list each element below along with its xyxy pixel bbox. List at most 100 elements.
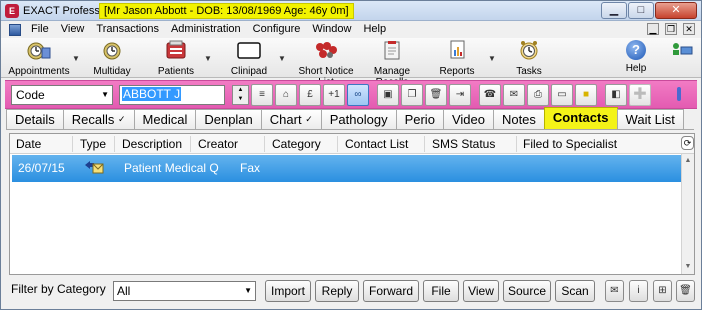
column-divider[interactable]: [516, 136, 517, 152]
patient-tabs: Details Recalls ✓ Medical Denplan Chart …: [6, 107, 684, 129]
menu-window[interactable]: Window: [306, 21, 357, 38]
scan-button[interactable]: Scan: [555, 280, 595, 302]
family-button[interactable]: ⌂: [275, 84, 297, 106]
merge-button[interactable]: ⇥: [449, 84, 471, 106]
tab-notes[interactable]: Notes: [492, 109, 545, 129]
menu-administration[interactable]: Administration: [165, 21, 247, 38]
scroll-up-icon[interactable]: ▲: [682, 154, 694, 168]
delete-contact-button[interactable]: 🗑: [676, 280, 695, 302]
multiday-button[interactable]: Multiday: [89, 40, 135, 77]
appointments-icon: [27, 42, 51, 60]
attach-button[interactable]: ⊞: [653, 280, 672, 302]
column-header-contact-list[interactable]: Contact List: [345, 137, 408, 151]
close-button[interactable]: ✕: [655, 2, 697, 19]
email-settings-button[interactable]: ✉: [605, 280, 624, 302]
view-button[interactable]: View: [463, 280, 499, 302]
menu-transactions[interactable]: Transactions: [90, 21, 165, 38]
tab-video[interactable]: Video: [442, 109, 494, 129]
minimize-button[interactable]: ▁: [601, 2, 627, 19]
reports-button[interactable]: Reports: [437, 40, 477, 77]
info-button[interactable]: i: [629, 280, 648, 302]
maximize-button[interactable]: □: [628, 2, 654, 19]
network-users-icon[interactable]: [671, 42, 693, 56]
tab-recalls[interactable]: Recalls ✓: [62, 109, 135, 129]
patient-banner: [Mr Jason Abbott - DOB: 13/08/1969 Age: …: [99, 3, 354, 19]
mdi-controls: ▁ ❐ ✕: [647, 23, 695, 35]
file-button[interactable]: File: [423, 280, 459, 302]
tab-wait-list[interactable]: Wait List: [616, 109, 684, 129]
search-field-selector[interactable]: Code ▼: [11, 85, 113, 105]
column-divider[interactable]: [264, 136, 265, 152]
phone-button[interactable]: ☎: [479, 84, 501, 106]
column-header-date[interactable]: Date: [16, 137, 41, 151]
tab-pathology[interactable]: Pathology: [320, 109, 397, 129]
tab-medical-label: Medical: [142, 112, 188, 127]
patients-button[interactable]: Patients: [153, 40, 199, 77]
add-one-button[interactable]: +1: [323, 84, 345, 106]
menu-view[interactable]: View: [55, 21, 91, 38]
appointments-dropdown-icon[interactable]: ▼: [72, 54, 80, 63]
column-header-category[interactable]: Category: [272, 137, 321, 151]
source-button[interactable]: Source: [503, 280, 551, 302]
multiday-icon: [103, 42, 121, 60]
table-row[interactable]: 26/07/15 Patient Medical Q Fax: [12, 155, 682, 182]
print-button[interactable]: ⎙: [527, 84, 549, 106]
copy-icon: ❐: [407, 89, 417, 100]
column-divider[interactable]: [337, 136, 338, 152]
reports-dropdown-icon[interactable]: ▼: [488, 54, 496, 63]
copy-button[interactable]: ❐: [401, 84, 423, 106]
column-header-type[interactable]: Type: [80, 137, 106, 151]
vertical-scrollbar[interactable]: ▲ ▼: [681, 154, 694, 274]
help-button[interactable]: ? Help: [621, 40, 651, 74]
mdi-minimize-icon[interactable]: ▁: [647, 23, 659, 35]
tasks-button[interactable]: Tasks: [511, 40, 547, 77]
bar-edge-indicator: [677, 87, 681, 101]
tab-details[interactable]: Details: [6, 109, 64, 129]
patient-search-input[interactable]: ABBOTT J: [119, 85, 225, 105]
column-header-filed-to-specialist[interactable]: Filed to Specialist: [523, 137, 617, 151]
column-chooser-icon[interactable]: ⟳: [681, 136, 694, 150]
tab-perio[interactable]: Perio: [395, 109, 444, 129]
scroll-down-icon[interactable]: ▼: [682, 260, 694, 274]
column-divider[interactable]: [424, 136, 425, 152]
forward-button[interactable]: Forward: [363, 280, 419, 302]
note-button[interactable]: ■: [575, 84, 597, 106]
menu-configure[interactable]: Configure: [247, 21, 307, 38]
list-button[interactable]: ≡: [251, 84, 273, 106]
system-menu-icon[interactable]: [9, 23, 21, 36]
column-header-description[interactable]: Description: [122, 137, 182, 151]
tab-medical[interactable]: Medical: [133, 109, 197, 129]
pound-icon: £: [307, 89, 313, 100]
search-spinner[interactable]: ▲ ▼: [232, 85, 249, 105]
tab-chart[interactable]: Chart ✓: [260, 109, 322, 129]
letter-button[interactable]: ✉: [503, 84, 525, 106]
window-icon: ◧: [611, 89, 621, 100]
mdi-close-icon[interactable]: ✕: [683, 23, 695, 35]
category-filter-dropdown[interactable]: All ▼: [113, 281, 256, 301]
appointments-button[interactable]: Appointments: [7, 40, 71, 77]
menu-help[interactable]: Help: [357, 21, 392, 38]
link-button[interactable]: ∞: [347, 84, 369, 106]
card-button[interactable]: ▭: [551, 84, 573, 106]
info-icon: i: [637, 285, 640, 296]
account-button[interactable]: £: [299, 84, 321, 106]
column-divider[interactable]: [114, 136, 115, 152]
column-divider[interactable]: [190, 136, 191, 152]
reply-button[interactable]: Reply: [315, 280, 359, 302]
column-header-sms-status[interactable]: SMS Status: [432, 137, 495, 151]
clinipad-button[interactable]: Clinipad: [227, 40, 271, 77]
delete-button[interactable]: 🗑: [425, 84, 447, 106]
column-header-creator[interactable]: Creator: [198, 137, 238, 151]
contacts-table[interactable]: Date Type Description Creator Category C…: [9, 133, 695, 275]
column-divider[interactable]: [72, 136, 73, 152]
save-button[interactable]: ▣: [377, 84, 399, 106]
import-button[interactable]: Import: [265, 280, 311, 302]
clinipad-dropdown-icon[interactable]: ▼: [278, 54, 286, 63]
mdi-restore-icon[interactable]: ❐: [665, 23, 677, 35]
menu-file[interactable]: File: [25, 21, 55, 38]
tab-denplan[interactable]: Denplan: [195, 109, 262, 129]
window-button[interactable]: ◧: [605, 84, 627, 106]
tab-contacts[interactable]: Contacts: [543, 107, 618, 129]
envelope-icon: ✉: [509, 89, 519, 100]
patients-dropdown-icon[interactable]: ▼: [204, 54, 212, 63]
